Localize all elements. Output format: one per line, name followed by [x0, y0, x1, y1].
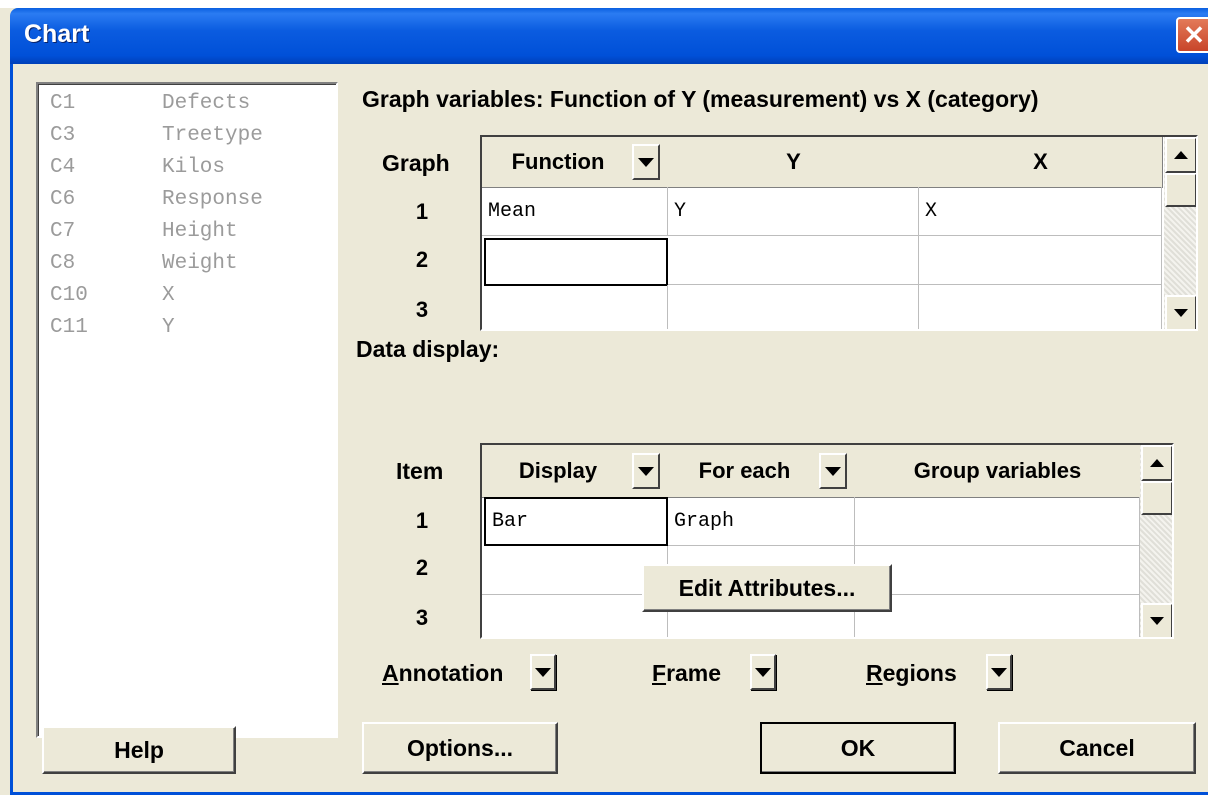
- options-button[interactable]: Options...: [362, 722, 558, 774]
- graph-grid-scrollbar[interactable]: [1164, 137, 1196, 329]
- display-cell[interactable]: [482, 595, 668, 637]
- frame-label: Frame: [652, 660, 722, 686]
- scroll-down-button[interactable]: [1165, 295, 1196, 329]
- scroll-thumb[interactable]: [1141, 481, 1172, 515]
- graph-variables-label: Graph variables: Function of Y (measurem…: [362, 86, 1039, 112]
- scroll-up-button[interactable]: [1165, 137, 1196, 173]
- graph-row-number: 2: [415, 247, 429, 272]
- column-header-x: X: [919, 137, 1163, 188]
- help-button[interactable]: Help: [42, 726, 236, 774]
- chevron-down-icon: [535, 667, 551, 677]
- graph-row-number: 3: [415, 297, 429, 322]
- scroll-down-button[interactable]: [1141, 603, 1172, 637]
- column-header-y: Y: [668, 137, 920, 188]
- display-cell[interactable]: [482, 546, 668, 595]
- annotation-dropdown[interactable]: [530, 654, 556, 690]
- display-cell[interactable]: Bar: [484, 497, 668, 546]
- chevron-down-icon: [991, 667, 1007, 677]
- chevron-down-icon: [638, 466, 654, 476]
- scroll-thumb[interactable]: [1165, 173, 1196, 207]
- graph-cell-x[interactable]: [919, 236, 1162, 285]
- close-button[interactable]: ✕: [1176, 17, 1208, 53]
- window-title: Chart: [24, 20, 90, 48]
- graph-cell-y[interactable]: [668, 236, 919, 285]
- regions-label: Regions: [866, 660, 957, 686]
- edit-attributes-button[interactable]: Edit Attributes...: [642, 564, 892, 612]
- scroll-up-button[interactable]: [1141, 445, 1172, 481]
- variable-list[interactable]: C1 Defects C3 Treetype C4 Kilos C6 Response …: [36, 82, 338, 738]
- graph-cell-x[interactable]: [919, 285, 1162, 329]
- close-icon: ✕: [1183, 19, 1205, 50]
- cancel-button[interactable]: Cancel: [998, 722, 1196, 774]
- arrow-up-icon: [1150, 459, 1164, 467]
- display-dropdown[interactable]: [632, 453, 660, 489]
- graph-cell-y[interactable]: Y: [668, 187, 919, 236]
- group-variables-cell[interactable]: [855, 497, 1140, 546]
- item-row-number: 1: [415, 508, 429, 533]
- graph-cell-function[interactable]: [482, 285, 668, 329]
- graph-row-number: 1: [415, 199, 429, 224]
- frame-dropdown[interactable]: [750, 654, 776, 690]
- arrow-up-icon: [1174, 151, 1188, 159]
- group-variables-cell[interactable]: [855, 546, 1140, 595]
- background-window: [0, 0, 1208, 8]
- item-row-number: 2: [415, 555, 429, 580]
- graph-cell-x[interactable]: X: [919, 187, 1162, 236]
- arrow-down-icon: [1174, 309, 1188, 317]
- for-each-dropdown[interactable]: [819, 453, 847, 489]
- item-row-number: 3: [415, 605, 429, 630]
- chevron-down-icon: [638, 157, 654, 167]
- ok-button[interactable]: OK: [760, 722, 956, 774]
- graph-cell-y[interactable]: [668, 285, 919, 329]
- graph-row-header: Graph: [382, 150, 450, 176]
- for-each-cell[interactable]: Graph: [668, 497, 855, 546]
- graph-cell-function[interactable]: [484, 238, 668, 286]
- group-variables-cell[interactable]: [855, 595, 1140, 637]
- item-row-header: Item: [396, 458, 444, 484]
- chevron-down-icon: [825, 466, 841, 476]
- data-display-label: Data display:: [356, 336, 500, 362]
- arrow-down-icon: [1150, 617, 1164, 625]
- chevron-down-icon: [755, 667, 771, 677]
- regions-dropdown[interactable]: [986, 654, 1012, 690]
- data-display-scrollbar[interactable]: [1140, 445, 1172, 637]
- annotation-label: Annotation: [382, 660, 504, 686]
- title-bar[interactable]: [10, 8, 1208, 64]
- graph-cell-function[interactable]: Mean: [482, 187, 668, 236]
- graph-variables-grid[interactable]: Function Y X Mean Y X: [480, 135, 1198, 331]
- column-header-group-variables: Group variables: [855, 445, 1141, 498]
- function-dropdown[interactable]: [632, 144, 660, 180]
